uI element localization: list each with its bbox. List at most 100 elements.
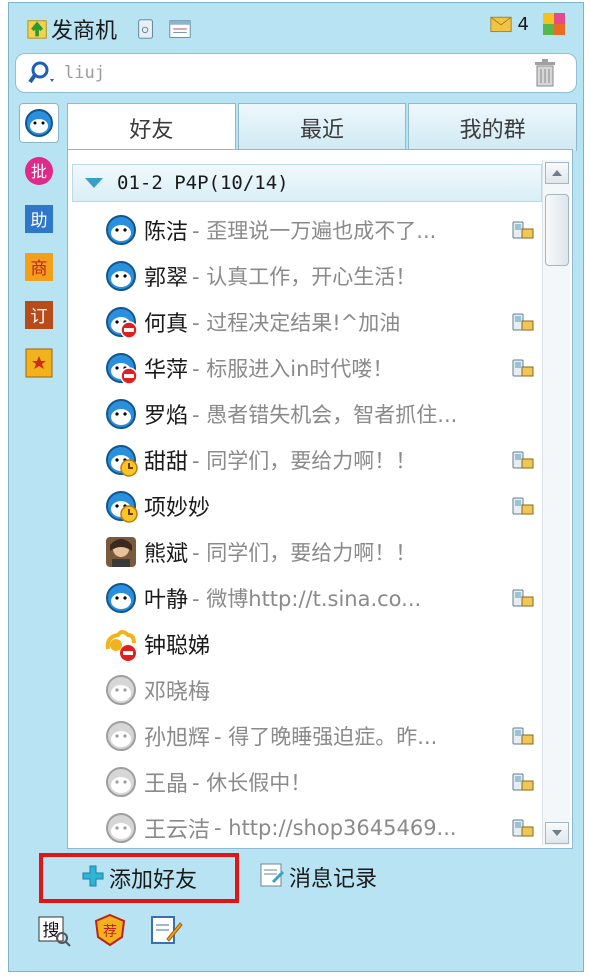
friend-row[interactable]: 陈洁 - 歪理说一万遍也成不了... bbox=[104, 208, 534, 252]
mobile-online-icon bbox=[512, 312, 534, 332]
contacts-icon[interactable] bbox=[19, 103, 59, 143]
friend-name: 钟聪娣 bbox=[144, 634, 211, 659]
avatar-busy-icon bbox=[104, 351, 138, 385]
mobile-online-icon bbox=[512, 450, 534, 470]
friend-name: 熊斌 bbox=[144, 542, 189, 567]
friend-name: 甜甜 bbox=[144, 450, 189, 475]
add-friend-label: 添加好友 bbox=[108, 868, 197, 893]
svg-text:批: 批 bbox=[31, 162, 47, 181]
avatar-busy-icon bbox=[104, 305, 138, 339]
trash-icon[interactable] bbox=[532, 59, 558, 91]
business-icon[interactable]: 商 bbox=[19, 247, 59, 287]
avatar-online-icon bbox=[104, 581, 138, 615]
scrollbar-thumb[interactable] bbox=[545, 194, 569, 266]
avatar-away-icon bbox=[104, 443, 138, 477]
svg-text:助: 助 bbox=[31, 211, 48, 231]
friend-row[interactable]: 何真 - 过程决定结果!^加油 bbox=[104, 300, 534, 344]
search-bar[interactable] bbox=[15, 53, 577, 93]
avatar-photo-icon bbox=[104, 535, 138, 569]
history-label: 消息记录 bbox=[289, 867, 378, 892]
friend-name: 孙旭辉 bbox=[144, 726, 211, 751]
friend-name: 罗焰 bbox=[144, 404, 189, 429]
top-toolbar: 发商机 4 bbox=[9, 3, 583, 51]
friend-row[interactable]: 罗焰 - 愚者错失机会，智者抓住... bbox=[104, 392, 528, 436]
friend-row[interactable]: 甜甜 - 同学们，要给力啊！！ bbox=[104, 438, 534, 482]
friend-signature: - 过程决定结果!^加油 bbox=[192, 311, 401, 335]
bottom-toolbar: 搜 荐 bbox=[37, 913, 183, 951]
message-history-button[interactable]: 消息记录 bbox=[259, 861, 377, 893]
friend-signature: - 同学们，要给力啊！！ bbox=[192, 449, 417, 473]
search-input[interactable] bbox=[64, 63, 484, 83]
friend-signature: - 认真工作，开心生活！ bbox=[192, 265, 417, 289]
friend-name: 陈洁 bbox=[144, 220, 189, 245]
scroll-up-arrow-icon[interactable] bbox=[545, 162, 569, 184]
friend-row[interactable]: 华萍 - 标服进入in时代喽！ bbox=[104, 346, 534, 390]
friend-signature: - 标服进入in时代喽！ bbox=[192, 357, 394, 381]
friend-row[interactable]: 钟聪娣 bbox=[104, 622, 528, 666]
friend-row[interactable]: 王云洁 - http://shop3645469... bbox=[104, 806, 534, 850]
friend-signature: - 愚者错失机会，智者抓住... bbox=[192, 403, 458, 427]
mobile-online-icon bbox=[512, 588, 534, 608]
friend-row[interactable]: 郭翠 - 认真工作，开心生活！ bbox=[104, 254, 528, 298]
friend-list-panel: 01-2 P4P(10/14) 陈洁 - 歪理说一万遍也成不了... 郭翠 - 认… bbox=[67, 149, 573, 849]
tab-friends[interactable]: 好友 bbox=[67, 103, 236, 151]
tab-recent[interactable]: 最近 bbox=[237, 103, 407, 151]
friend-row[interactable]: 熊斌 - 同学们，要给力啊！！ bbox=[104, 530, 528, 574]
friend-signature: - 歪理说一万遍也成不了... bbox=[192, 219, 437, 243]
contact-tabs: 好友 最近 我的群 bbox=[67, 103, 579, 151]
svg-text:订: 订 bbox=[31, 307, 48, 327]
group-header[interactable]: 01-2 P4P(10/14) bbox=[72, 164, 542, 202]
friend-name: 郭翠 bbox=[144, 266, 189, 291]
mobile-online-icon bbox=[512, 220, 534, 240]
friend-name: 项妙妙 bbox=[144, 496, 211, 521]
friend-signature: - 得了晚睡强迫症。昨... bbox=[214, 725, 438, 749]
add-friend-button[interactable]: 添加好友 bbox=[39, 853, 239, 903]
scrollbar[interactable] bbox=[542, 160, 570, 846]
bottom-actions: 添加好友 消息记录 bbox=[9, 853, 583, 913]
favorites-icon[interactable] bbox=[19, 343, 59, 383]
svg-text:荐: 荐 bbox=[103, 924, 117, 940]
add-icon bbox=[81, 864, 105, 892]
friend-signature: - 微博http://t.sina.co... bbox=[192, 587, 422, 611]
friend-row[interactable]: 邓晓梅 bbox=[104, 668, 528, 712]
find-icon[interactable]: 搜 bbox=[37, 913, 71, 951]
search-icon[interactable] bbox=[28, 61, 58, 85]
friend-name: 邓晓梅 bbox=[144, 680, 211, 705]
phone-icon[interactable] bbox=[135, 18, 157, 40]
left-rail: 批 助 商 订 bbox=[13, 103, 65, 833]
color-palette-icon[interactable] bbox=[543, 13, 565, 35]
avatar-online-icon bbox=[104, 259, 138, 293]
friend-row[interactable]: 叶静 - 微博http://t.sina.co... bbox=[104, 576, 534, 620]
avatar-away-icon bbox=[104, 489, 138, 523]
batch-icon[interactable]: 批 bbox=[19, 151, 59, 191]
calendar-icon[interactable] bbox=[169, 18, 191, 40]
mobile-online-icon bbox=[512, 772, 534, 792]
friend-row[interactable]: 项妙妙 bbox=[104, 484, 534, 528]
avatar-busy-alt-icon bbox=[104, 627, 138, 661]
group-label: 01-2 P4P(10/14) bbox=[117, 172, 289, 194]
tab-my-groups[interactable]: 我的群 bbox=[408, 103, 578, 151]
mobile-online-icon bbox=[512, 358, 534, 378]
friend-signature: - 休长假中！ bbox=[192, 771, 312, 795]
mobile-online-icon bbox=[512, 818, 534, 838]
chevron-down-icon[interactable] bbox=[85, 178, 103, 188]
mail-icon[interactable] bbox=[489, 13, 512, 35]
avatar-online-icon bbox=[104, 213, 138, 247]
avatar-online-icon bbox=[104, 397, 138, 431]
scroll-down-arrow-icon[interactable] bbox=[545, 822, 569, 844]
unread-count: 4 bbox=[517, 13, 529, 35]
avatar-offline-icon bbox=[104, 765, 138, 799]
friend-row[interactable]: 王晶 - 休长假中！ bbox=[104, 760, 534, 804]
recommend-icon[interactable]: 荐 bbox=[93, 913, 127, 951]
im-window: 发商机 4 liuj 批 助 商 订 好友 最近 我的群 01-2 P4P(10… bbox=[8, 2, 584, 972]
assistant-icon[interactable]: 助 bbox=[19, 199, 59, 239]
send-opportunity-label[interactable]: 发商机 bbox=[51, 13, 117, 45]
friend-row[interactable]: 孙旭辉 - 得了晚睡强迫症。昨... bbox=[104, 714, 534, 758]
friend-name: 王晶 bbox=[144, 772, 189, 797]
note-icon[interactable] bbox=[149, 913, 183, 951]
send-opportunity-icon[interactable] bbox=[27, 18, 49, 40]
friend-signature: - 同学们，要给力啊！！ bbox=[192, 541, 417, 565]
order-icon[interactable]: 订 bbox=[19, 295, 59, 335]
friend-name: 华萍 bbox=[144, 358, 189, 383]
mobile-online-icon bbox=[512, 726, 534, 746]
